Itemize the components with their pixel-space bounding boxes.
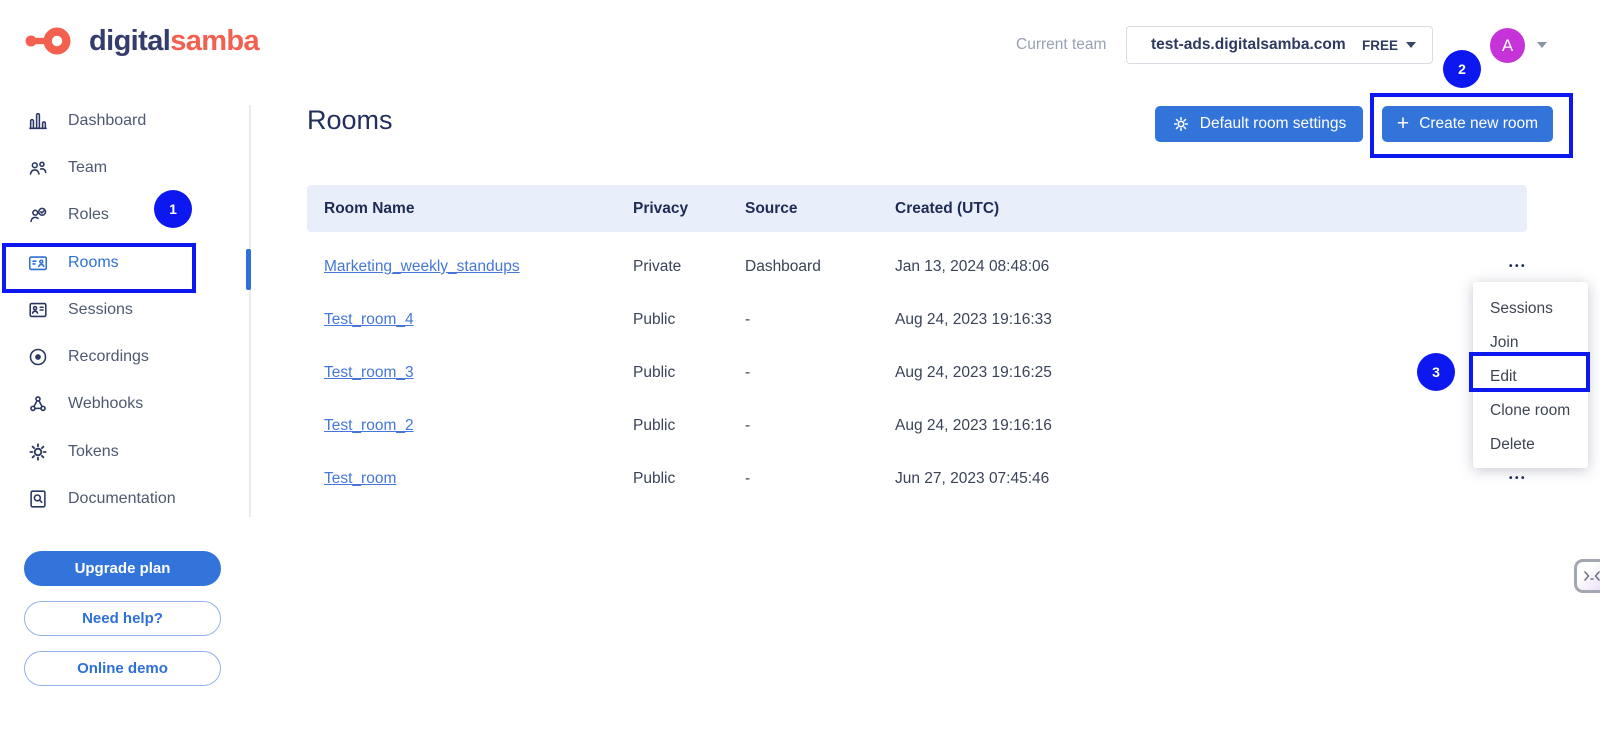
- privacy-cell: Public: [633, 399, 675, 452]
- online-demo-label: Online demo: [77, 660, 168, 677]
- sidebar-item-tokens[interactable]: Tokens: [26, 429, 226, 475]
- plan-badge-label: FREE: [1362, 38, 1398, 53]
- table-row: Marketing_weekly_standups Private Dashbo…: [307, 240, 1527, 293]
- rooms-icon: [26, 252, 50, 274]
- current-team-label: Current team: [1016, 36, 1106, 54]
- wordmark-digital: digital: [89, 25, 170, 57]
- online-demo-button[interactable]: Online demo: [24, 651, 221, 686]
- menu-item-sessions[interactable]: Sessions: [1490, 292, 1588, 326]
- brand-logo[interactable]: digitalsamba: [24, 23, 259, 59]
- record-icon: [26, 346, 50, 368]
- wordmark-samba: samba: [170, 25, 259, 57]
- menu-item-delete[interactable]: Delete: [1490, 428, 1588, 462]
- privacy-cell: Public: [633, 452, 675, 505]
- created-cell: Aug 24, 2023 19:16:16: [895, 399, 1052, 452]
- team-icon: [26, 157, 50, 179]
- source-cell: -: [745, 399, 750, 452]
- column-header-room-name: Room Name: [324, 185, 414, 232]
- room-link[interactable]: Test_room_4: [324, 293, 414, 346]
- table-row: Test_room Public - Jun 27, 2023 07:45:46: [307, 452, 1527, 505]
- sidebar-item-recordings[interactable]: Recordings: [26, 334, 226, 380]
- plan-badge: FREE: [1362, 38, 1416, 53]
- upgrade-plan-label: Upgrade plan: [75, 560, 171, 577]
- gear-icon: [1172, 115, 1190, 133]
- team-selector[interactable]: test-ads.digitalsamba.com FREE: [1126, 26, 1433, 64]
- table-row: Test_room_2 Public - Aug 24, 2023 19:16:…: [307, 399, 1527, 452]
- column-header-privacy: Privacy: [633, 185, 688, 232]
- room-link[interactable]: Test_room_3: [324, 346, 414, 399]
- default-room-settings-button[interactable]: Default room settings: [1155, 106, 1363, 142]
- upgrade-plan-button[interactable]: Upgrade plan: [24, 551, 221, 586]
- source-cell: Dashboard: [745, 240, 821, 293]
- create-new-room-label: Create new room: [1419, 115, 1538, 133]
- smiley-face-icon: [1583, 570, 1600, 582]
- table-row: Test_room_3 Public - Aug 24, 2023 19:16:…: [307, 346, 1527, 399]
- sidebar-item-label: Tokens: [68, 443, 119, 461]
- sidebar-item-label: Roles: [68, 206, 109, 224]
- chat-widget-button[interactable]: [1574, 559, 1600, 593]
- menu-item-clone-room[interactable]: Clone room: [1490, 394, 1588, 428]
- room-link[interactable]: Marketing_weekly_standups: [324, 240, 520, 293]
- sidebar-item-roles[interactable]: Roles: [26, 192, 226, 238]
- doc-search-icon: [26, 488, 50, 510]
- created-cell: Jan 13, 2024 08:48:06: [895, 240, 1049, 293]
- room-link[interactable]: Test_room_2: [324, 399, 414, 452]
- column-header-source: Source: [745, 185, 798, 232]
- webhooks-icon: [26, 393, 50, 415]
- privacy-cell: Private: [633, 240, 681, 293]
- page-title: Rooms: [307, 105, 393, 136]
- sidebar-item-documentation[interactable]: Documentation: [26, 476, 226, 522]
- roles-icon: [26, 204, 50, 226]
- sidebar-item-label: Documentation: [68, 490, 176, 508]
- source-cell: -: [745, 293, 750, 346]
- plus-icon: +: [1397, 113, 1409, 134]
- sidebar-item-webhooks[interactable]: Webhooks: [26, 381, 226, 427]
- created-cell: Aug 24, 2023 19:16:33: [895, 293, 1052, 346]
- room-link[interactable]: Test_room: [324, 452, 396, 505]
- menu-item-edit[interactable]: Edit: [1490, 360, 1588, 394]
- sessions-icon: [26, 299, 50, 321]
- source-cell: -: [745, 346, 750, 399]
- sidebar-item-dashboard[interactable]: Dashboard: [26, 98, 226, 144]
- sidebar-active-indicator: [246, 249, 251, 290]
- avatar-initial: A: [1502, 36, 1513, 56]
- sidebar-item-label: Recordings: [68, 348, 149, 366]
- team-domain: test-ads.digitalsamba.com: [1151, 36, 1346, 54]
- sidebar-item-label: Rooms: [68, 254, 119, 272]
- gear-icon: [26, 441, 50, 463]
- avatar-chevron-down-icon[interactable]: [1537, 42, 1547, 48]
- sidebar-item-label: Sessions: [68, 301, 133, 319]
- sidebar-item-label: Dashboard: [68, 112, 146, 130]
- table-row: Test_room_4 Public - Aug 24, 2023 19:16:…: [307, 293, 1527, 346]
- column-header-created: Created (UTC): [895, 185, 999, 232]
- source-cell: -: [745, 452, 750, 505]
- sidebar-item-team[interactable]: Team: [26, 145, 226, 191]
- digitalsamba-dot-icon: [24, 23, 76, 59]
- privacy-cell: Public: [633, 293, 675, 346]
- need-help-label: Need help?: [82, 610, 163, 627]
- chevron-down-icon: [1406, 42, 1416, 48]
- default-room-settings-label: Default room settings: [1200, 115, 1346, 133]
- sidebar-item-sessions[interactable]: Sessions: [26, 287, 226, 333]
- sidebar-divider: [249, 105, 251, 517]
- sidebar-item-label: Webhooks: [68, 395, 143, 413]
- row-context-menu: Sessions Join Edit Clone room Delete: [1473, 282, 1588, 468]
- privacy-cell: Public: [633, 346, 675, 399]
- brand-wordmark: digitalsamba: [89, 25, 259, 58]
- sidebar-item-label: Team: [68, 159, 107, 177]
- sidebar-item-rooms[interactable]: Rooms: [26, 240, 226, 286]
- need-help-button[interactable]: Need help?: [24, 601, 221, 636]
- created-cell: Aug 24, 2023 19:16:25: [895, 346, 1052, 399]
- menu-item-join[interactable]: Join: [1490, 326, 1588, 360]
- bar-chart-icon: [26, 110, 50, 132]
- table-header: Room Name Privacy Source Created (UTC): [307, 185, 1527, 232]
- annotation-step-2: 2: [1443, 50, 1481, 88]
- create-new-room-button[interactable]: + Create new room: [1382, 106, 1553, 142]
- created-cell: Jun 27, 2023 07:45:46: [895, 452, 1049, 505]
- avatar[interactable]: A: [1490, 28, 1525, 63]
